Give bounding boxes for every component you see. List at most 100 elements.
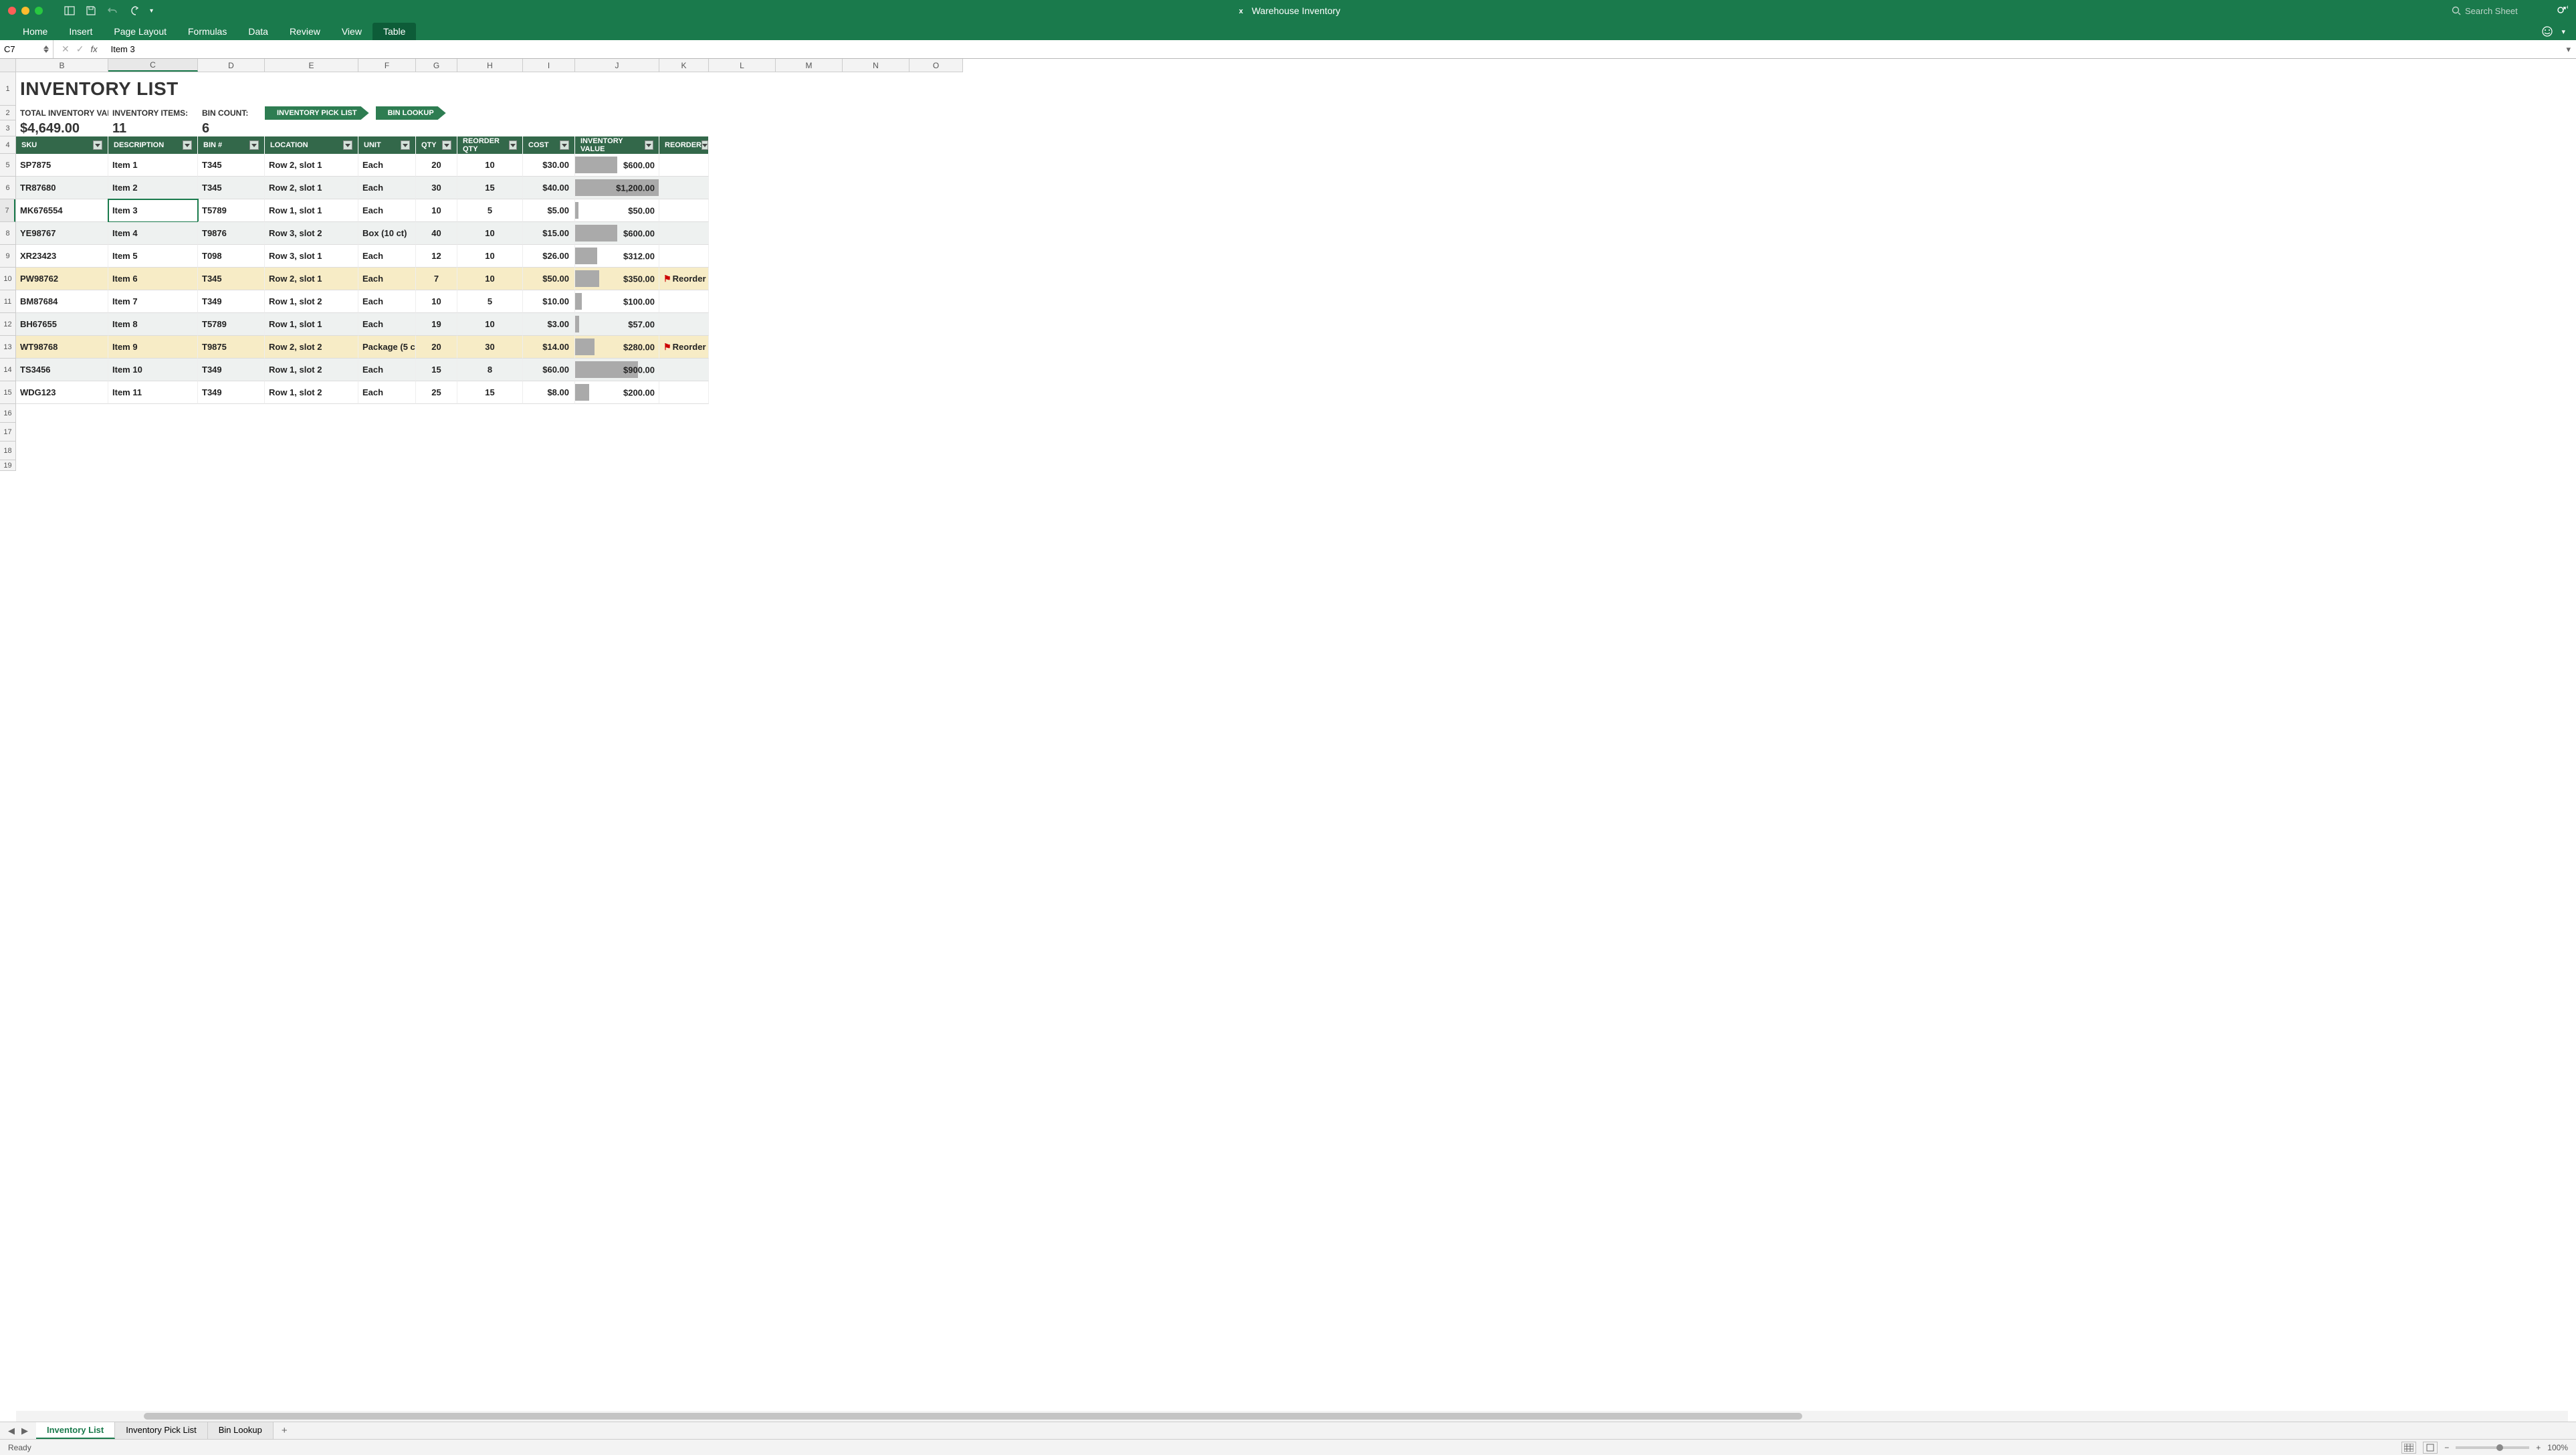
qty-cell[interactable]: 10 (416, 290, 457, 313)
cost-cell[interactable]: $26.00 (523, 245, 575, 268)
bin-cell[interactable]: T5789 (198, 199, 265, 222)
namebox-spinner[interactable] (43, 45, 49, 53)
row-header[interactable]: 19 (0, 460, 15, 471)
bin-cell[interactable]: T9875 (198, 336, 265, 359)
table-header[interactable]: DESCRIPTION (108, 136, 198, 154)
column-header[interactable]: B (16, 59, 108, 72)
reorder-qty-cell[interactable]: 8 (457, 359, 523, 381)
table-header[interactable]: QTY (416, 136, 457, 154)
reorder-qty-cell[interactable]: 5 (457, 290, 523, 313)
search-sheet[interactable] (2452, 6, 2545, 16)
qty-cell[interactable]: 25 (416, 381, 457, 404)
sku-cell[interactable]: WT98768 (16, 336, 108, 359)
cost-cell[interactable]: $5.00 (523, 199, 575, 222)
table-header[interactable]: LOCATION (265, 136, 358, 154)
inventory-value-cell[interactable]: $57.00 (575, 313, 659, 336)
filter-dropdown-icon[interactable] (93, 140, 102, 150)
sku-cell[interactable]: BH67655 (16, 313, 108, 336)
bin-cell[interactable]: T9876 (198, 222, 265, 245)
unit-cell[interactable]: Box (10 ct) (358, 222, 416, 245)
sku-cell[interactable]: MK676554 (16, 199, 108, 222)
undo-icon[interactable] (107, 5, 118, 16)
inventory-value-cell[interactable]: $600.00 (575, 154, 659, 177)
column-header[interactable]: G (416, 59, 457, 72)
sku-cell[interactable]: TS3456 (16, 359, 108, 381)
inventory-value-cell[interactable]: $1,200.00 (575, 177, 659, 199)
row-header[interactable]: 15 (0, 381, 15, 404)
location-cell[interactable]: Row 3, slot 1 (265, 245, 358, 268)
sheet-tab[interactable]: Inventory List (36, 1422, 115, 1439)
sku-cell[interactable]: SP7875 (16, 154, 108, 177)
row-header[interactable]: 8 (0, 222, 15, 245)
reorder-cell[interactable] (659, 177, 709, 199)
filter-dropdown-icon[interactable] (401, 140, 410, 150)
filter-dropdown-icon[interactable] (442, 140, 451, 150)
unit-cell[interactable]: Each (358, 359, 416, 381)
filter-dropdown-icon[interactable] (249, 140, 259, 150)
horizontal-scrollbar[interactable] (16, 1411, 2568, 1422)
bin-cell[interactable]: T345 (198, 268, 265, 290)
filter-dropdown-icon[interactable] (645, 140, 653, 150)
normal-view-icon[interactable] (2401, 1442, 2416, 1454)
cost-cell[interactable]: $8.00 (523, 381, 575, 404)
name-box-input[interactable] (4, 44, 37, 54)
description-cell[interactable]: Item 10 (108, 359, 198, 381)
row-header[interactable]: 12 (0, 313, 15, 336)
qat-dropdown-icon[interactable]: ▾ (150, 7, 153, 15)
inventory-value-cell[interactable]: $600.00 (575, 222, 659, 245)
description-cell[interactable]: Item 6 (108, 268, 198, 290)
sku-cell[interactable]: PW98762 (16, 268, 108, 290)
sku-cell[interactable]: TR87680 (16, 177, 108, 199)
filter-dropdown-icon[interactable] (560, 140, 569, 150)
cost-cell[interactable]: $10.00 (523, 290, 575, 313)
nav-button-inventory-pick-list[interactable]: INVENTORY PICK LIST (265, 106, 369, 120)
description-cell[interactable]: Item 4 (108, 222, 198, 245)
qty-cell[interactable]: 40 (416, 222, 457, 245)
table-header[interactable]: COST (523, 136, 575, 154)
cost-cell[interactable]: $14.00 (523, 336, 575, 359)
zoom-out-button[interactable]: − (2444, 1443, 2449, 1452)
qty-cell[interactable]: 10 (416, 199, 457, 222)
location-cell[interactable]: Row 1, slot 1 (265, 199, 358, 222)
reorder-cell[interactable] (659, 381, 709, 404)
inventory-value-cell[interactable]: $100.00 (575, 290, 659, 313)
table-header[interactable]: INVENTORY VALUE (575, 136, 659, 154)
zoom-slider[interactable] (2456, 1446, 2529, 1449)
ribbon-tab-review[interactable]: Review (279, 23, 331, 40)
bin-cell[interactable]: T349 (198, 381, 265, 404)
column-header[interactable]: F (358, 59, 416, 72)
qty-cell[interactable]: 19 (416, 313, 457, 336)
column-header[interactable]: K (659, 59, 709, 72)
qty-cell[interactable]: 20 (416, 154, 457, 177)
inventory-value-cell[interactable]: $200.00 (575, 381, 659, 404)
unit-cell[interactable]: Each (358, 381, 416, 404)
cost-cell[interactable]: $3.00 (523, 313, 575, 336)
table-header[interactable]: UNIT (358, 136, 416, 154)
cost-cell[interactable]: $30.00 (523, 154, 575, 177)
row-header[interactable]: 9 (0, 245, 15, 268)
maximize-window-button[interactable] (35, 7, 43, 15)
bin-cell[interactable]: T345 (198, 154, 265, 177)
minimize-window-button[interactable] (21, 7, 29, 15)
zoom-in-button[interactable]: + (2536, 1443, 2541, 1452)
spreadsheet-grid[interactable]: BCDEFGHIJKLMNO 1234567891011121314151617… (0, 59, 2576, 1411)
table-header[interactable]: REORDER QTY (457, 136, 523, 154)
location-cell[interactable]: Row 2, slot 1 (265, 268, 358, 290)
reorder-cell[interactable] (659, 313, 709, 336)
bin-cell[interactable]: T345 (198, 177, 265, 199)
location-cell[interactable]: Row 2, slot 2 (265, 336, 358, 359)
filter-dropdown-icon[interactable] (509, 140, 517, 150)
reorder-qty-cell[interactable]: 10 (457, 222, 523, 245)
row-header[interactable]: 5 (0, 154, 15, 177)
row-header[interactable]: 11 (0, 290, 15, 313)
row-header[interactable]: 4 (0, 136, 15, 154)
scrollbar-thumb[interactable] (144, 1413, 1802, 1420)
inventory-value-cell[interactable]: $312.00 (575, 245, 659, 268)
reorder-cell[interactable] (659, 359, 709, 381)
ribbon-tab-insert[interactable]: Insert (58, 23, 103, 40)
reorder-qty-cell[interactable]: 15 (457, 177, 523, 199)
description-cell[interactable]: Item 1 (108, 154, 198, 177)
reorder-cell[interactable] (659, 154, 709, 177)
cost-cell[interactable]: $15.00 (523, 222, 575, 245)
bin-cell[interactable]: T5789 (198, 313, 265, 336)
